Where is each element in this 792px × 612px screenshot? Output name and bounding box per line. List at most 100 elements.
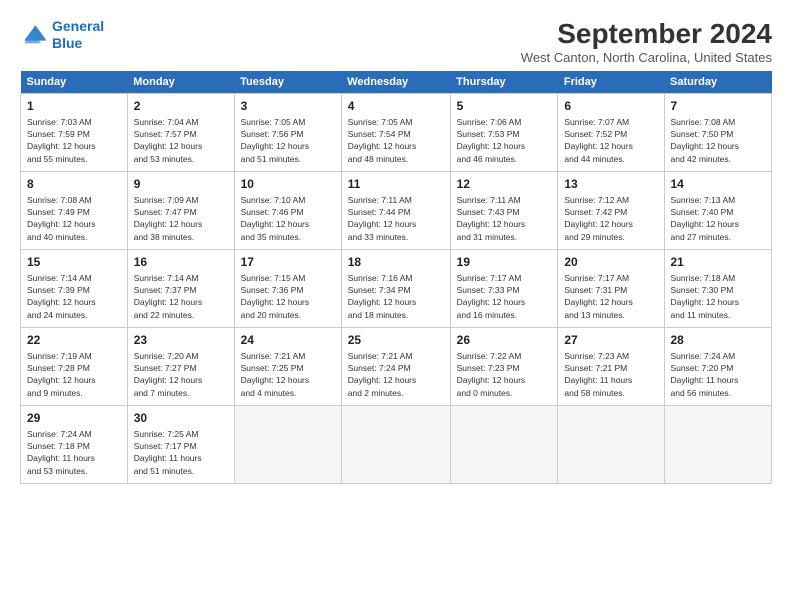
day-number: 22 — [27, 332, 121, 349]
day-number: 18 — [348, 254, 444, 271]
day-cell: 22Sunrise: 7:19 AM Sunset: 7:28 PM Dayli… — [21, 328, 128, 406]
day-cell — [450, 406, 558, 484]
day-info: Sunrise: 7:24 AM Sunset: 7:20 PM Dayligh… — [671, 350, 766, 399]
day-cell: 18Sunrise: 7:16 AM Sunset: 7:34 PM Dayli… — [341, 250, 450, 328]
day-info: Sunrise: 7:14 AM Sunset: 7:39 PM Dayligh… — [27, 272, 121, 321]
logo: General Blue — [20, 18, 104, 52]
day-cell — [341, 406, 450, 484]
day-cell: 13Sunrise: 7:12 AM Sunset: 7:42 PM Dayli… — [558, 172, 664, 250]
day-cell: 3Sunrise: 7:05 AM Sunset: 7:56 PM Daylig… — [234, 94, 341, 172]
day-info: Sunrise: 7:13 AM Sunset: 7:40 PM Dayligh… — [671, 194, 766, 243]
day-number: 13 — [564, 176, 657, 193]
location: West Canton, North Carolina, United Stat… — [521, 50, 772, 65]
logo-line2: Blue — [52, 35, 82, 51]
day-info: Sunrise: 7:23 AM Sunset: 7:21 PM Dayligh… — [564, 350, 657, 399]
header: General Blue September 2024 West Canton,… — [20, 18, 772, 65]
day-info: Sunrise: 7:18 AM Sunset: 7:30 PM Dayligh… — [671, 272, 766, 321]
day-cell: 25Sunrise: 7:21 AM Sunset: 7:24 PM Dayli… — [341, 328, 450, 406]
day-info: Sunrise: 7:25 AM Sunset: 7:17 PM Dayligh… — [134, 428, 228, 477]
page: General Blue September 2024 West Canton,… — [0, 0, 792, 612]
day-number: 30 — [134, 410, 228, 427]
day-info: Sunrise: 7:14 AM Sunset: 7:37 PM Dayligh… — [134, 272, 228, 321]
day-info: Sunrise: 7:21 AM Sunset: 7:24 PM Dayligh… — [348, 350, 444, 399]
day-number: 16 — [134, 254, 228, 271]
day-cell: 28Sunrise: 7:24 AM Sunset: 7:20 PM Dayli… — [664, 328, 772, 406]
day-info: Sunrise: 7:05 AM Sunset: 7:54 PM Dayligh… — [348, 116, 444, 165]
day-cell: 12Sunrise: 7:11 AM Sunset: 7:43 PM Dayli… — [450, 172, 558, 250]
week-row-1: 1Sunrise: 7:03 AM Sunset: 7:59 PM Daylig… — [21, 94, 772, 172]
day-number: 26 — [457, 332, 552, 349]
day-number: 12 — [457, 176, 552, 193]
day-cell: 15Sunrise: 7:14 AM Sunset: 7:39 PM Dayli… — [21, 250, 128, 328]
day-cell: 21Sunrise: 7:18 AM Sunset: 7:30 PM Dayli… — [664, 250, 772, 328]
day-cell: 1Sunrise: 7:03 AM Sunset: 7:59 PM Daylig… — [21, 94, 128, 172]
day-cell: 24Sunrise: 7:21 AM Sunset: 7:25 PM Dayli… — [234, 328, 341, 406]
day-number: 6 — [564, 98, 657, 115]
day-cell: 10Sunrise: 7:10 AM Sunset: 7:46 PM Dayli… — [234, 172, 341, 250]
week-row-3: 15Sunrise: 7:14 AM Sunset: 7:39 PM Dayli… — [21, 250, 772, 328]
logo-line1: General — [52, 18, 104, 34]
day-number: 19 — [457, 254, 552, 271]
day-number: 27 — [564, 332, 657, 349]
header-row: SundayMondayTuesdayWednesdayThursdayFrid… — [21, 71, 772, 94]
day-cell: 17Sunrise: 7:15 AM Sunset: 7:36 PM Dayli… — [234, 250, 341, 328]
day-number: 3 — [241, 98, 335, 115]
day-number: 4 — [348, 98, 444, 115]
day-info: Sunrise: 7:08 AM Sunset: 7:49 PM Dayligh… — [27, 194, 121, 243]
day-info: Sunrise: 7:07 AM Sunset: 7:52 PM Dayligh… — [564, 116, 657, 165]
day-number: 28 — [671, 332, 766, 349]
day-cell: 5Sunrise: 7:06 AM Sunset: 7:53 PM Daylig… — [450, 94, 558, 172]
day-cell — [664, 406, 772, 484]
day-info: Sunrise: 7:03 AM Sunset: 7:59 PM Dayligh… — [27, 116, 121, 165]
week-row-5: 29Sunrise: 7:24 AM Sunset: 7:18 PM Dayli… — [21, 406, 772, 484]
day-cell: 30Sunrise: 7:25 AM Sunset: 7:17 PM Dayli… — [127, 406, 234, 484]
day-cell: 19Sunrise: 7:17 AM Sunset: 7:33 PM Dayli… — [450, 250, 558, 328]
weekday-header-friday: Friday — [558, 71, 664, 94]
title-area: September 2024 West Canton, North Caroli… — [521, 18, 772, 65]
day-number: 20 — [564, 254, 657, 271]
day-info: Sunrise: 7:10 AM Sunset: 7:46 PM Dayligh… — [241, 194, 335, 243]
day-info: Sunrise: 7:22 AM Sunset: 7:23 PM Dayligh… — [457, 350, 552, 399]
day-info: Sunrise: 7:04 AM Sunset: 7:57 PM Dayligh… — [134, 116, 228, 165]
day-number: 24 — [241, 332, 335, 349]
calendar-table: SundayMondayTuesdayWednesdayThursdayFrid… — [20, 71, 772, 484]
day-cell: 11Sunrise: 7:11 AM Sunset: 7:44 PM Dayli… — [341, 172, 450, 250]
weekday-header-wednesday: Wednesday — [341, 71, 450, 94]
day-cell: 8Sunrise: 7:08 AM Sunset: 7:49 PM Daylig… — [21, 172, 128, 250]
day-info: Sunrise: 7:19 AM Sunset: 7:28 PM Dayligh… — [27, 350, 121, 399]
week-row-4: 22Sunrise: 7:19 AM Sunset: 7:28 PM Dayli… — [21, 328, 772, 406]
week-row-2: 8Sunrise: 7:08 AM Sunset: 7:49 PM Daylig… — [21, 172, 772, 250]
day-cell: 2Sunrise: 7:04 AM Sunset: 7:57 PM Daylig… — [127, 94, 234, 172]
day-number: 14 — [671, 176, 766, 193]
day-cell: 6Sunrise: 7:07 AM Sunset: 7:52 PM Daylig… — [558, 94, 664, 172]
day-cell — [234, 406, 341, 484]
day-number: 17 — [241, 254, 335, 271]
logo-text: General Blue — [52, 18, 104, 52]
day-number: 2 — [134, 98, 228, 115]
day-cell: 23Sunrise: 7:20 AM Sunset: 7:27 PM Dayli… — [127, 328, 234, 406]
day-info: Sunrise: 7:17 AM Sunset: 7:33 PM Dayligh… — [457, 272, 552, 321]
day-info: Sunrise: 7:20 AM Sunset: 7:27 PM Dayligh… — [134, 350, 228, 399]
day-info: Sunrise: 7:12 AM Sunset: 7:42 PM Dayligh… — [564, 194, 657, 243]
weekday-header-tuesday: Tuesday — [234, 71, 341, 94]
day-cell: 9Sunrise: 7:09 AM Sunset: 7:47 PM Daylig… — [127, 172, 234, 250]
weekday-header-thursday: Thursday — [450, 71, 558, 94]
day-info: Sunrise: 7:05 AM Sunset: 7:56 PM Dayligh… — [241, 116, 335, 165]
logo-icon — [20, 21, 48, 49]
day-number: 29 — [27, 410, 121, 427]
day-cell: 4Sunrise: 7:05 AM Sunset: 7:54 PM Daylig… — [341, 94, 450, 172]
day-cell: 20Sunrise: 7:17 AM Sunset: 7:31 PM Dayli… — [558, 250, 664, 328]
day-number: 25 — [348, 332, 444, 349]
weekday-header-monday: Monday — [127, 71, 234, 94]
day-cell: 27Sunrise: 7:23 AM Sunset: 7:21 PM Dayli… — [558, 328, 664, 406]
day-cell: 16Sunrise: 7:14 AM Sunset: 7:37 PM Dayli… — [127, 250, 234, 328]
day-number: 21 — [671, 254, 766, 271]
day-cell: 14Sunrise: 7:13 AM Sunset: 7:40 PM Dayli… — [664, 172, 772, 250]
calendar-body: 1Sunrise: 7:03 AM Sunset: 7:59 PM Daylig… — [21, 94, 772, 484]
day-number: 9 — [134, 176, 228, 193]
weekday-header-saturday: Saturday — [664, 71, 772, 94]
day-cell: 26Sunrise: 7:22 AM Sunset: 7:23 PM Dayli… — [450, 328, 558, 406]
day-number: 11 — [348, 176, 444, 193]
day-number: 23 — [134, 332, 228, 349]
day-number: 15 — [27, 254, 121, 271]
